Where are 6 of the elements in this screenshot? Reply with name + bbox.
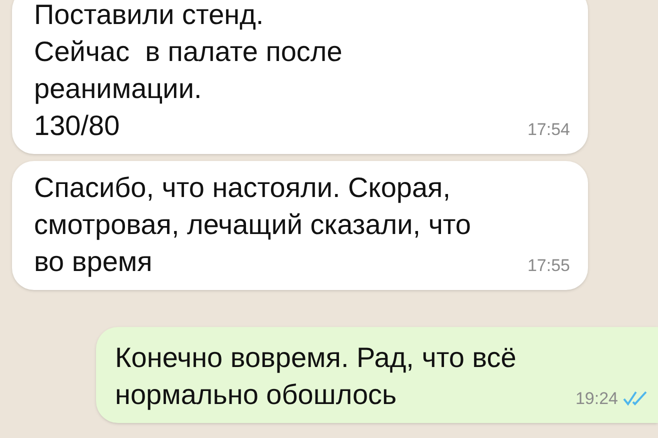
message-text: Поставили стенд. Сейчас в палате после реанимации. 130/80 bbox=[34, 0, 344, 143]
message-time: 17:55 bbox=[527, 254, 570, 276]
message-time: 19:24 bbox=[575, 388, 618, 410]
message-time: 17:54 bbox=[527, 118, 570, 140]
message-text: Конечно вовремя. Рад, что всё нормально обошлось bbox=[115, 341, 518, 412]
message-text: Спасибо, что настояли. Скорая, смотровая, лечащий сказали, что во время bbox=[34, 171, 472, 279]
